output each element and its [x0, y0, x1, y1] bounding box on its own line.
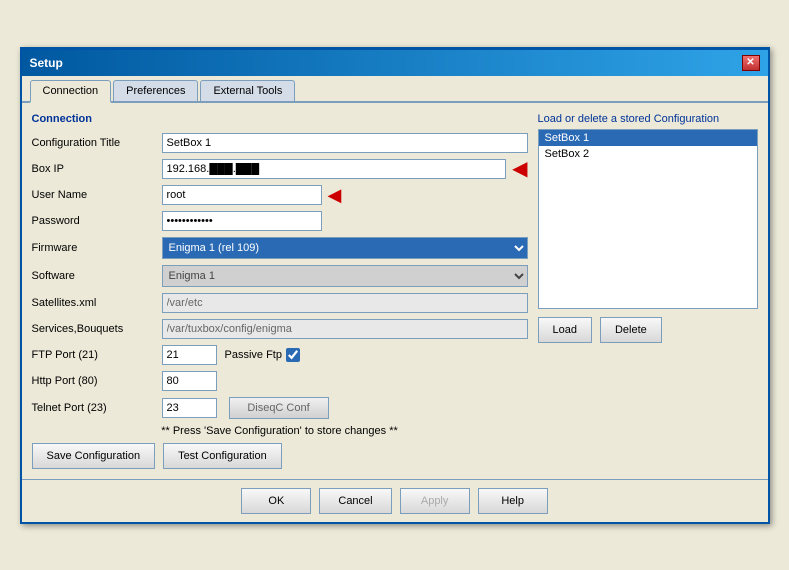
- satellites-input[interactable]: [162, 293, 528, 313]
- http-port-row: Http Port (80): [32, 371, 528, 391]
- help-button[interactable]: Help: [478, 488, 548, 514]
- cancel-button[interactable]: Cancel: [319, 488, 391, 514]
- telnet-port-label: Telnet Port (23): [32, 402, 162, 414]
- username-arrow: ◀: [328, 186, 342, 204]
- passive-ftp-checkbox[interactable]: [286, 348, 300, 362]
- username-input[interactable]: [162, 185, 322, 205]
- box-ip-row: Box IP ◀: [32, 159, 528, 179]
- passive-ftp-group: Passive Ftp: [225, 348, 300, 362]
- satellites-label: Satellites.xml: [32, 297, 162, 309]
- telnet-port-row: Telnet Port (23) DiseqC Conf: [32, 397, 528, 419]
- password-input[interactable]: [162, 211, 322, 231]
- left-panel: Connection Configuration Title Box IP ◀ …: [32, 113, 528, 469]
- box-ip-label: Box IP: [32, 163, 162, 175]
- config-title-row: Configuration Title: [32, 133, 528, 153]
- close-button[interactable]: ✕: [742, 55, 760, 71]
- username-row: User Name ◀: [32, 185, 528, 205]
- http-port-label: Http Port (80): [32, 375, 162, 387]
- stored-config-item-1[interactable]: SetBox 2: [539, 146, 757, 162]
- stored-config-label: Load or delete a stored Configuration: [538, 113, 758, 125]
- connection-section-title: Connection: [32, 113, 528, 125]
- software-label: Software: [32, 270, 162, 282]
- box-ip-input[interactable]: [162, 159, 507, 179]
- stored-config-list: SetBox 1 SetBox 2: [538, 129, 758, 309]
- tab-connection[interactable]: Connection: [30, 80, 112, 103]
- bottom-right-buttons: Load Delete: [538, 317, 758, 343]
- password-row: Password: [32, 211, 528, 231]
- tab-external-tools[interactable]: External Tools: [200, 80, 295, 101]
- setup-window: Setup ✕ Connection Preferences External …: [20, 47, 770, 524]
- password-label: Password: [32, 215, 162, 227]
- firmware-select[interactable]: Enigma 1 (rel 109) Enigma 2: [162, 237, 528, 259]
- services-input[interactable]: [162, 319, 528, 339]
- diseqc-button[interactable]: DiseqC Conf: [229, 397, 329, 419]
- firmware-row: Firmware Enigma 1 (rel 109) Enigma 2: [32, 237, 528, 259]
- bottom-left-buttons: Save Configuration Test Configuration: [32, 443, 528, 469]
- save-config-button[interactable]: Save Configuration: [32, 443, 156, 469]
- main-content: Connection Configuration Title Box IP ◀ …: [22, 103, 768, 479]
- tab-bar: Connection Preferences External Tools: [22, 76, 768, 103]
- satellites-row: Satellites.xml: [32, 293, 528, 313]
- ftp-port-label: FTP Port (21): [32, 349, 162, 361]
- tab-preferences[interactable]: Preferences: [113, 80, 198, 101]
- config-title-input[interactable]: [162, 133, 528, 153]
- ftp-port-input[interactable]: [162, 345, 217, 365]
- box-ip-arrow: ◀: [512, 159, 527, 179]
- software-select[interactable]: Enigma 1: [162, 265, 528, 287]
- config-title-label: Configuration Title: [32, 137, 162, 149]
- services-row: Services,Bouquets: [32, 319, 528, 339]
- services-label: Services,Bouquets: [32, 323, 162, 335]
- ok-button[interactable]: OK: [241, 488, 311, 514]
- software-row: Software Enigma 1: [32, 265, 528, 287]
- test-config-button[interactable]: Test Configuration: [163, 443, 282, 469]
- telnet-port-input[interactable]: [162, 398, 217, 418]
- window-title: Setup: [30, 56, 63, 70]
- username-label: User Name: [32, 189, 162, 201]
- apply-button[interactable]: Apply: [400, 488, 470, 514]
- http-port-input[interactable]: [162, 371, 217, 391]
- passive-ftp-label: Passive Ftp: [225, 349, 282, 361]
- firmware-label: Firmware: [32, 242, 162, 254]
- save-hint: ** Press 'Save Configuration' to store c…: [32, 425, 528, 437]
- footer: OK Cancel Apply Help: [22, 479, 768, 522]
- load-button[interactable]: Load: [538, 317, 592, 343]
- title-bar: Setup ✕: [22, 50, 768, 76]
- right-panel: Load or delete a stored Configuration Se…: [538, 113, 758, 469]
- ftp-port-row: FTP Port (21) Passive Ftp: [32, 345, 528, 365]
- delete-button[interactable]: Delete: [600, 317, 662, 343]
- stored-config-item-0[interactable]: SetBox 1: [539, 130, 757, 146]
